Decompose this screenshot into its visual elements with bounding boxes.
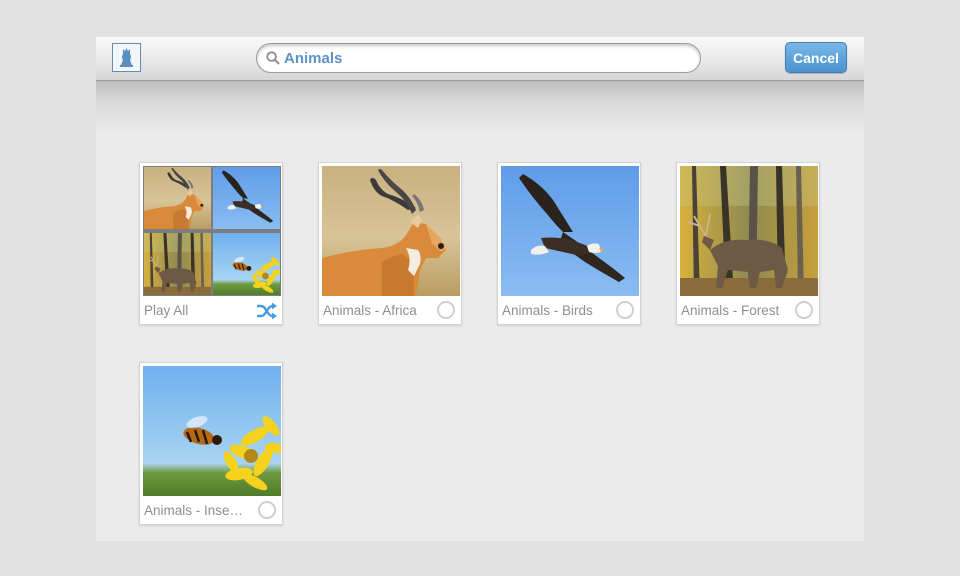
app-window: Cancel Play All Animals - Africa Animals <box>96 37 864 541</box>
play-all-collage <box>143 166 281 296</box>
album-label: Animals - Inse… <box>144 503 244 518</box>
search-input[interactable] <box>284 49 664 67</box>
select-radio[interactable] <box>795 301 813 319</box>
bee-image <box>143 366 281 496</box>
select-radio[interactable] <box>616 301 634 319</box>
album-tile-africa[interactable]: Animals - Africa <box>318 162 462 325</box>
toolbar: Cancel <box>96 37 864 81</box>
search-icon <box>266 51 280 65</box>
antelope-image <box>322 166 460 296</box>
chess-piece-icon[interactable] <box>112 43 141 72</box>
album-label: Animals - Birds <box>502 303 593 318</box>
album-label: Animals - Forest <box>681 303 780 318</box>
eagle-image <box>501 166 639 296</box>
toolbar-shadow <box>96 81 864 133</box>
album-label: Animals - Africa <box>323 303 417 318</box>
album-label: Play All <box>144 303 189 318</box>
album-tile-insects[interactable]: Animals - Inse… <box>139 362 283 525</box>
shuffle-icon[interactable] <box>256 302 277 320</box>
album-tile-birds[interactable]: Animals - Birds <box>497 162 641 325</box>
cancel-button[interactable]: Cancel <box>785 42 847 73</box>
search-bar[interactable] <box>256 43 701 73</box>
elk-image <box>680 166 818 296</box>
album-tile-play-all[interactable]: Play All <box>139 162 283 325</box>
album-tile-forest[interactable]: Animals - Forest <box>676 162 820 325</box>
select-radio[interactable] <box>258 501 276 519</box>
select-radio[interactable] <box>437 301 455 319</box>
